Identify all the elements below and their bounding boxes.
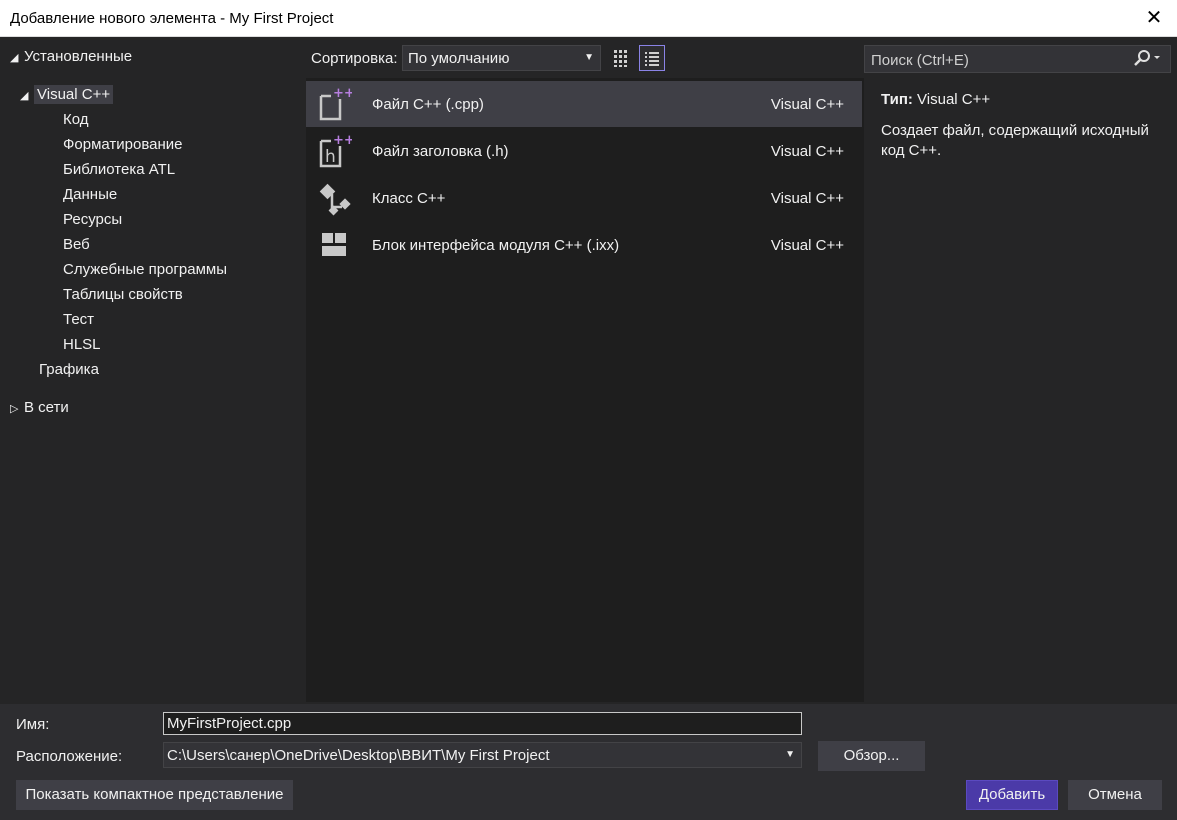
chevron-down-icon: ▼ (584, 52, 594, 63)
module-interface-icon (318, 227, 352, 263)
template-name: Файл C++ (.cpp) (372, 96, 484, 113)
template-category-tree: ◢ Установленные ◢ Visual C++ Код Форматиро… (0, 38, 302, 702)
tree-node-utilities[interactable]: Служебные программы (63, 261, 227, 278)
add-button[interactable]: Добавить (966, 780, 1058, 810)
template-row-class[interactable]: Класс C++ Visual C++ (306, 175, 862, 221)
template-language: Visual C++ (770, 143, 844, 160)
svg-text:h: h (325, 147, 336, 167)
template-list: ++ Файл C++ (.cpp) Visual C++ h ++ Файл … (306, 78, 864, 702)
tree-node-code[interactable]: Код (63, 111, 89, 128)
expanded-arrow-icon[interactable]: ◢ (20, 89, 34, 102)
location-dropdown[interactable]: C:\Users\санер\OneDrive\Desktop\ВВИТ\My … (163, 742, 802, 768)
name-input[interactable]: MyFirstProject.cpp (163, 712, 802, 735)
type-value: Visual C++ (917, 91, 991, 108)
collapsed-arrow-icon[interactable]: ▷ (10, 402, 24, 415)
window-title: Добавление нового элемента - My First Pr… (10, 10, 334, 27)
sort-dropdown[interactable]: По умолчанию ▼ (402, 45, 601, 71)
template-language: Visual C++ (770, 237, 844, 254)
tree-node-web[interactable]: Веб (63, 236, 90, 253)
grid-view-button[interactable] (608, 45, 634, 71)
sort-label: Сортировка: (311, 50, 398, 67)
template-language: Visual C++ (770, 190, 844, 207)
tree-node-property-sheets[interactable]: Таблицы свойств (63, 286, 183, 303)
tree-node-test[interactable]: Тест (63, 311, 94, 328)
template-language: Visual C++ (770, 96, 844, 113)
search-input[interactable]: Поиск (Ctrl+E) (864, 45, 1171, 73)
list-view-icon (645, 52, 659, 66)
template-row-module-interface[interactable]: Блок интерфейса модуля C++ (.ixx) Visual… (306, 222, 862, 268)
tree-node-resources[interactable]: Ресурсы (63, 211, 122, 228)
tree-node-installed-label: Установленные (24, 48, 133, 65)
tree-node-graphics[interactable]: Графика (39, 361, 99, 378)
search-placeholder: Поиск (Ctrl+E) (871, 52, 969, 69)
search-icon[interactable] (1132, 49, 1162, 73)
svg-text:++: ++ (333, 133, 352, 148)
class-icon (318, 180, 352, 216)
grid-view-icon (614, 50, 627, 67)
tree-node-data[interactable]: Данные (63, 186, 117, 203)
tree-node-online[interactable]: ▷ В сети (10, 399, 69, 416)
tree-node-visual-cpp[interactable]: ◢ Visual C++ (20, 85, 114, 104)
title-bar: Добавление нового элемента - My First Pr… (0, 0, 1177, 37)
template-description: Создает файл, содержащий исходный код C+… (881, 122, 1149, 159)
chevron-down-icon: ▼ (785, 749, 795, 760)
template-name: Класс C++ (372, 190, 446, 207)
close-icon[interactable]: ✕ (1141, 5, 1167, 31)
browse-button[interactable]: Обзор... (818, 741, 925, 771)
template-row-header-file[interactable]: h ++ Файл заголовка (.h) Visual C++ (306, 128, 862, 174)
expanded-arrow-icon[interactable]: ◢ (10, 51, 24, 64)
list-view-button[interactable] (639, 45, 665, 71)
type-label: Тип: (881, 91, 913, 108)
template-name: Файл заголовка (.h) (372, 143, 509, 160)
template-row-cpp-file[interactable]: ++ Файл C++ (.cpp) Visual C++ (306, 81, 862, 127)
type-line: Тип: Visual C++ (881, 90, 1171, 110)
svg-text:++: ++ (333, 86, 352, 101)
tree-node-visual-cpp-label: Visual C++ (34, 85, 114, 104)
tree-node-atl-library[interactable]: Библиотека ATL (63, 161, 175, 178)
name-label: Имя: (16, 716, 50, 733)
template-name: Блок интерфейса модуля C++ (.ixx) (372, 237, 620, 254)
tree-node-installed[interactable]: ◢ Установленные (10, 48, 132, 65)
tree-node-hlsl[interactable]: HLSL (63, 336, 101, 353)
location-value: C:\Users\санер\OneDrive\Desktop\ВВИТ\My … (167, 747, 550, 764)
tree-node-online-label: В сети (24, 399, 69, 416)
cpp-file-icon: ++ (318, 86, 355, 122)
compact-view-button[interactable]: Показать компактное представление (16, 780, 293, 810)
bottom-panel: Имя: MyFirstProject.cpp Расположение: C:… (0, 704, 1177, 820)
header-file-icon: h ++ (318, 133, 355, 169)
tree-node-formatting[interactable]: Форматирование (63, 136, 183, 153)
location-label: Расположение: (16, 748, 123, 765)
sort-value: По умолчанию (408, 50, 510, 67)
cancel-button[interactable]: Отмена (1068, 780, 1162, 810)
template-info-panel: Тип: Visual C++ Создает файл, содержащий… (881, 90, 1171, 161)
